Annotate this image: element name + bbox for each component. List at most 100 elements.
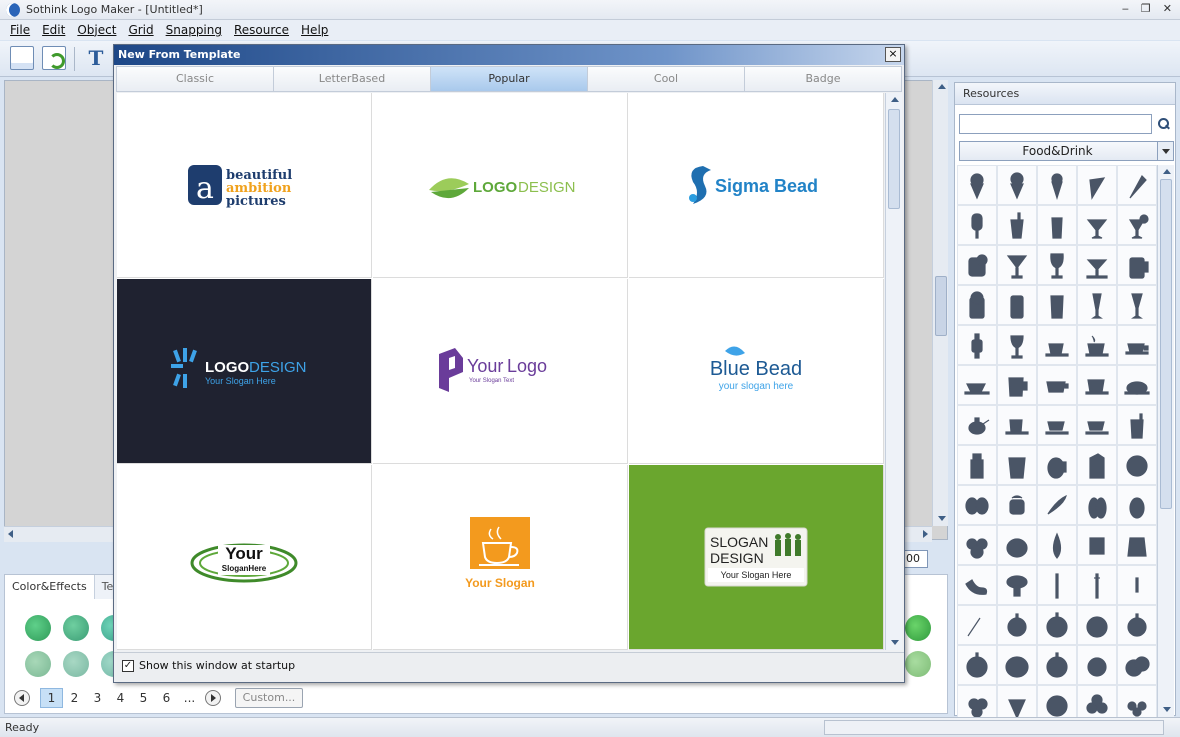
resource-item[interactable] [1037, 365, 1077, 405]
resource-item[interactable] [1117, 205, 1157, 245]
resource-item[interactable] [1117, 445, 1157, 485]
menu-snapping[interactable]: Snapping [166, 23, 222, 37]
tab-color-effects[interactable]: Color&Effects [5, 575, 95, 599]
resource-item[interactable] [1077, 525, 1117, 565]
page-3[interactable]: 3 [86, 691, 109, 705]
scroll-down-icon[interactable] [934, 513, 948, 525]
resource-item[interactable] [1117, 365, 1157, 405]
resource-item[interactable] [997, 685, 1037, 717]
close-icon[interactable]: ✕ [1163, 2, 1172, 15]
text-tool-icon[interactable]: T [84, 46, 108, 70]
resource-item[interactable] [997, 325, 1037, 365]
resource-item[interactable] [997, 365, 1037, 405]
resource-item[interactable] [1117, 325, 1157, 365]
template-beautiful-ambition[interactable]: a beautiful ambition pictures [117, 93, 372, 278]
resource-item[interactable] [1037, 645, 1077, 685]
tab-badge[interactable]: Badge [744, 66, 902, 92]
resource-item[interactable] [1077, 285, 1117, 325]
resource-item[interactable] [1077, 245, 1117, 285]
resource-item[interactable] [957, 685, 997, 717]
page-6[interactable]: 6 [155, 691, 178, 705]
resource-item[interactable] [1117, 285, 1157, 325]
tab-popular[interactable]: Popular [430, 66, 587, 92]
resource-item[interactable] [1037, 485, 1077, 525]
menu-help[interactable]: Help [301, 23, 328, 37]
template-logodesign-dark[interactable]: LOGO DESIGN Your Slogan Here [117, 279, 372, 464]
effect-swatch[interactable] [25, 615, 51, 641]
menu-grid[interactable]: Grid [128, 23, 153, 37]
resource-item[interactable] [957, 205, 997, 245]
resource-item[interactable] [957, 285, 997, 325]
template-logodesign-green[interactable]: LOGO DESIGN [373, 93, 628, 278]
scroll-thumb[interactable] [935, 276, 947, 336]
resource-item[interactable] [957, 445, 997, 485]
resource-item[interactable] [1117, 565, 1157, 605]
effect-swatch[interactable] [905, 651, 931, 677]
scroll-down-icon[interactable] [1159, 704, 1173, 716]
chevron-down-icon[interactable] [1157, 142, 1173, 160]
resource-item[interactable] [997, 405, 1037, 445]
resource-item[interactable] [957, 365, 997, 405]
maximize-icon[interactable]: ❐ [1141, 2, 1151, 15]
canvas-vertical-scrollbar[interactable] [932, 80, 948, 526]
resource-item[interactable] [1037, 525, 1077, 565]
page-2[interactable]: 2 [63, 691, 86, 705]
scroll-thumb[interactable] [888, 109, 900, 209]
open-document-icon[interactable] [42, 46, 66, 70]
effect-swatch[interactable] [63, 615, 89, 641]
resource-item[interactable] [1117, 405, 1157, 445]
next-page-icon[interactable] [205, 690, 221, 706]
resource-item[interactable] [997, 285, 1037, 325]
effect-swatch[interactable] [905, 615, 931, 641]
resource-item[interactable] [957, 325, 997, 365]
template-your-sloganhere[interactable]: Your SloganHere [117, 465, 372, 650]
resource-item[interactable] [997, 525, 1037, 565]
resource-item[interactable] [1037, 685, 1077, 717]
resource-item[interactable] [1077, 565, 1117, 605]
menu-edit[interactable]: Edit [42, 23, 65, 37]
resource-item[interactable] [1077, 365, 1117, 405]
zoom-input[interactable]: 00 [904, 550, 928, 568]
menu-object[interactable]: Object [77, 23, 116, 37]
scroll-thumb[interactable] [1160, 179, 1172, 509]
resource-item[interactable] [957, 165, 997, 205]
resource-item[interactable] [1037, 285, 1077, 325]
resource-item[interactable] [1077, 165, 1117, 205]
tab-classic[interactable]: Classic [116, 66, 273, 92]
resource-item[interactable] [1117, 165, 1157, 205]
resource-item[interactable] [957, 405, 997, 445]
template-your-slogan-cup[interactable]: Your Slogan [373, 465, 628, 650]
resource-item[interactable] [1117, 605, 1157, 645]
resource-item[interactable] [1117, 685, 1157, 717]
scroll-left-icon[interactable] [8, 530, 13, 538]
template-blue-bead[interactable]: Blue Bead your slogan here [629, 279, 884, 464]
resource-item[interactable] [957, 525, 997, 565]
effect-swatch[interactable] [25, 651, 51, 677]
resource-item[interactable] [997, 485, 1037, 525]
resource-item[interactable] [997, 605, 1037, 645]
menu-file[interactable]: File [10, 23, 30, 37]
template-slogan-design[interactable]: SLOGAN DESIGN Your Slogan Here [629, 465, 884, 650]
scroll-up-icon[interactable] [887, 94, 901, 106]
resource-item[interactable] [1037, 405, 1077, 445]
resource-item[interactable] [997, 445, 1037, 485]
startup-checkbox[interactable]: ✓ [122, 660, 134, 672]
resources-scrollbar[interactable] [1157, 165, 1174, 717]
tab-cool[interactable]: Cool [587, 66, 744, 92]
resource-item[interactable] [1037, 165, 1077, 205]
resource-item[interactable] [1077, 445, 1117, 485]
template-sigma-bead[interactable]: Sigma Bead [629, 93, 884, 278]
template-yourlogo[interactable]: Your Logo Your Slogan Text [373, 279, 628, 464]
resource-item[interactable] [957, 565, 997, 605]
resource-item[interactable] [1077, 205, 1117, 245]
resource-item[interactable] [1117, 245, 1157, 285]
resource-item[interactable] [957, 605, 997, 645]
resource-item[interactable] [1117, 645, 1157, 685]
resource-item[interactable] [1037, 605, 1077, 645]
category-select[interactable]: Food&Drink [959, 141, 1174, 161]
scroll-up-icon[interactable] [934, 81, 948, 93]
resource-item[interactable] [997, 205, 1037, 245]
dialog-close-button[interactable]: × [885, 47, 901, 62]
resource-item[interactable] [1037, 245, 1077, 285]
resource-item[interactable] [997, 565, 1037, 605]
